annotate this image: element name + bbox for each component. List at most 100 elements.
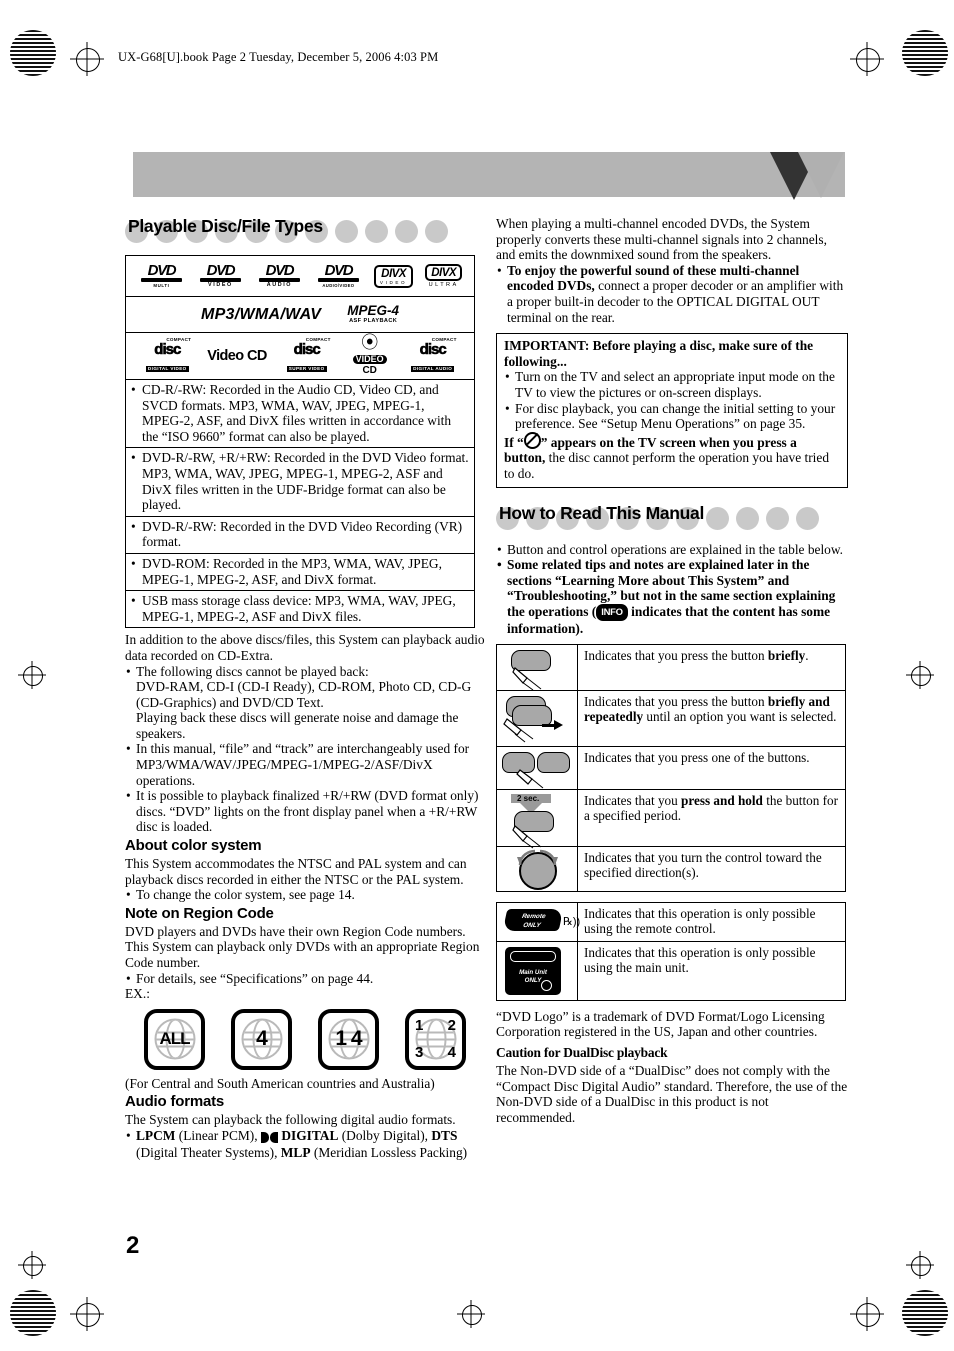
dts-label: DTS [431,1127,458,1143]
region-code-bullet: For details, see “Specifications” on pag… [125,971,485,987]
page-number: 2 [126,1232,140,1259]
cd-sv-disc: disc [293,341,321,358]
region-code-body: DVD players and DVDs have their own Regi… [125,923,480,970]
device-restriction-table: Remote ONLY ℞)) Indicates that this oper… [496,902,846,1001]
vcd-swirl-top: VIDEO [352,355,387,364]
disc-type-cd-r: CD-R/-RW: Recorded in the Audio CD, Vide… [131,382,469,444]
cd-dv-foot: DIGITAL VIDEO [145,366,189,372]
video-cd-swirl-logo: ⦿ VIDEO CD [347,333,393,376]
registration-cross-top-left [70,42,104,76]
dvd-audio-video-logo-sub: AUDIO/VIDEO [322,282,355,288]
divx-ultra-logo-sub: ULTRA [428,282,459,288]
cd-da-disc: disc [419,341,447,358]
lpcm-label: LPCM [136,1127,176,1143]
logo-row-dvd: DVD MULTI DVD VIDEO DVD AUDIO DVD AUDIO/… [126,256,474,297]
important-footer: If “” appears on the TV screen when you … [504,431,840,482]
turn-control-text: Indicates that you turn the control towa… [577,846,846,893]
divx-ultra-logo: DIVX ULTRA [425,264,463,288]
region-code-heading: Note on Region Code [125,904,274,922]
press-briefly-icon [497,645,577,691]
region-code-4: 4 [231,1008,292,1070]
main-unit-line2: ONLY [524,976,542,984]
dualdisc-heading: Caution for DualDisc playback [496,1045,668,1061]
playable-disc-section-heading: Playable Disc/File Types [125,216,485,246]
cannot-play-tail: Playing back these discs will generate n… [136,710,459,741]
banner-triangle-light [798,152,844,198]
press-repeatedly-text: Indicates that you press the button brie… [577,690,846,748]
press-repeatedly-icon [497,691,577,746]
multichannel-bullets: To enjoy the powerful sound of these mul… [496,263,848,325]
table-row: 2 sec. Indicates that you press and hold… [496,789,846,849]
finalized-item: It is possible to playback finalized +R/… [125,788,485,835]
region-code-4-label: 4 [256,1027,268,1051]
table-row: Remote ONLY ℞)) Indicates that this oper… [496,902,846,942]
cd-sv-foot: SUPER VIDEO [286,366,327,372]
multichannel-bullet: To enjoy the powerful sound of these mul… [496,263,848,325]
region-note: (For Central and South American countrie… [125,1075,435,1091]
dvd-video-logo-text: DVD [206,261,236,279]
prohibited-icon [523,431,541,449]
press-one-of-buttons-icon [497,747,577,789]
dvd-audio-logo: DVD AUDIO [256,263,303,289]
remote-only-badge: Remote ONLY ℞)) [497,903,580,937]
table-row: Indicates that you press the button brie… [496,644,846,692]
dvd-audio-video-logo-text: DVD [324,261,354,279]
dvd-audio-video-logo: DVD AUDIO/VIDEO [315,261,362,289]
file-track-item: In this manual, “file” and “track” are i… [125,741,485,788]
cannot-play-head: The following discs cannot be played bac… [136,663,369,679]
table-row: DVD-R/-RW: Recorded in the DVD Video Rec… [126,517,474,554]
hand-icon [503,718,534,743]
registration-cross-bottom-right [850,1297,884,1331]
disc-type-dvd-vr: DVD-R/-RW: Recorded in the DVD Video Rec… [131,519,469,550]
registration-cross-right-mid [906,661,934,689]
disc-type-usb: USB mass storage class device: MP3, WMA,… [131,593,469,624]
dvd-multi-logo-text: DVD [147,261,177,279]
hand-icon [512,825,542,849]
region-code-1-4-label: 1 4 [335,1027,362,1051]
audio-formats-heading: Audio formats [125,1093,225,1111]
press-one-of-buttons-icon-cell [496,746,578,791]
cannot-play-item: The following discs cannot be played bac… [125,664,485,742]
main-unit-dot [541,979,552,991]
table-row: Indicates that you press one of the butt… [496,746,846,791]
dualdisc-body: The Non-DVD side of a “DualDisc” does no… [496,1063,848,1125]
cd-super-video-logo: COMPACT disc SUPER VIDEO [281,337,333,375]
press-hold-duration-label: 2 sec. [517,794,540,804]
main-unit-line1: Main Unit [519,968,547,976]
dvd-audio-logo-sub: AUDIO [266,281,293,288]
table-row: DVD-R/-RW, +R/+RW: Recorded in the DVD V… [126,448,474,517]
divx-ultra-logo-text: DIVX [431,267,457,279]
divx-video-logo-text: DIVX [381,267,406,280]
how-to-read-title-text: How to Read This Manual [499,502,705,523]
press-briefly-icon-cell [496,644,578,692]
swirl-icon: ⦿ [361,333,379,352]
cd-digital-audio-logo: COMPACT disc DIGITAL AUDIO [407,337,459,375]
region-code-all-label: ALL [159,1029,190,1049]
left-column: Playable Disc/File Types DVD MULTI DVD V… [125,216,485,1160]
right-column: When playing a multi-channel encoded DVD… [496,216,848,1125]
page-banner [133,152,845,197]
table-row: Main Unit ONLY Indicates that this opera… [496,940,846,1001]
video-cd-logo: Video CD [207,348,267,364]
press-and-hold-icon-cell: 2 sec. [496,789,578,849]
cd-digital-video-logo: COMPACT disc DIGITAL VIDEO [141,337,193,375]
mpeg4-title: MPEG-4 [347,303,400,319]
about-color-system-heading: About color system [125,837,262,855]
registration-cross-bottom-left [70,1297,104,1331]
remote-only-text: Indicates that this operation is only po… [577,902,846,942]
divx-video-logo-sub: VIDEO [379,279,408,285]
hand-icon [516,769,544,789]
press-briefly-text: Indicates that you press the button brie… [577,644,846,692]
file-header-text: UX-G68[U].book Page 2 Tuesday, December … [118,50,439,64]
registration-cross-left-mid [18,661,46,689]
cannot-play-discs: DVD-RAM, CD-I (CD-I Ready), CD-ROM, Phot… [136,679,472,710]
mpeg4-asf-logo: MPEG-4 ASF PLAYBACK [347,304,399,324]
how-to-read-bullets: Button and control operations are explai… [496,542,848,638]
dts-desc: (Digital Theater Systems), [136,1144,281,1160]
disc-logo-table: DVD MULTI DVD VIDEO DVD AUDIO DVD AUDIO/… [125,255,475,380]
main-unit-badge-shape: Main Unit ONLY [505,946,561,995]
press-one-of-buttons-text: Indicates that you press one of the butt… [577,746,846,791]
mlp-desc: (Meridian Lossless Packing) [310,1144,468,1160]
color-system-bullet: To change the color system, see page 14. [125,887,485,903]
corner-mark-top-left [10,30,56,76]
